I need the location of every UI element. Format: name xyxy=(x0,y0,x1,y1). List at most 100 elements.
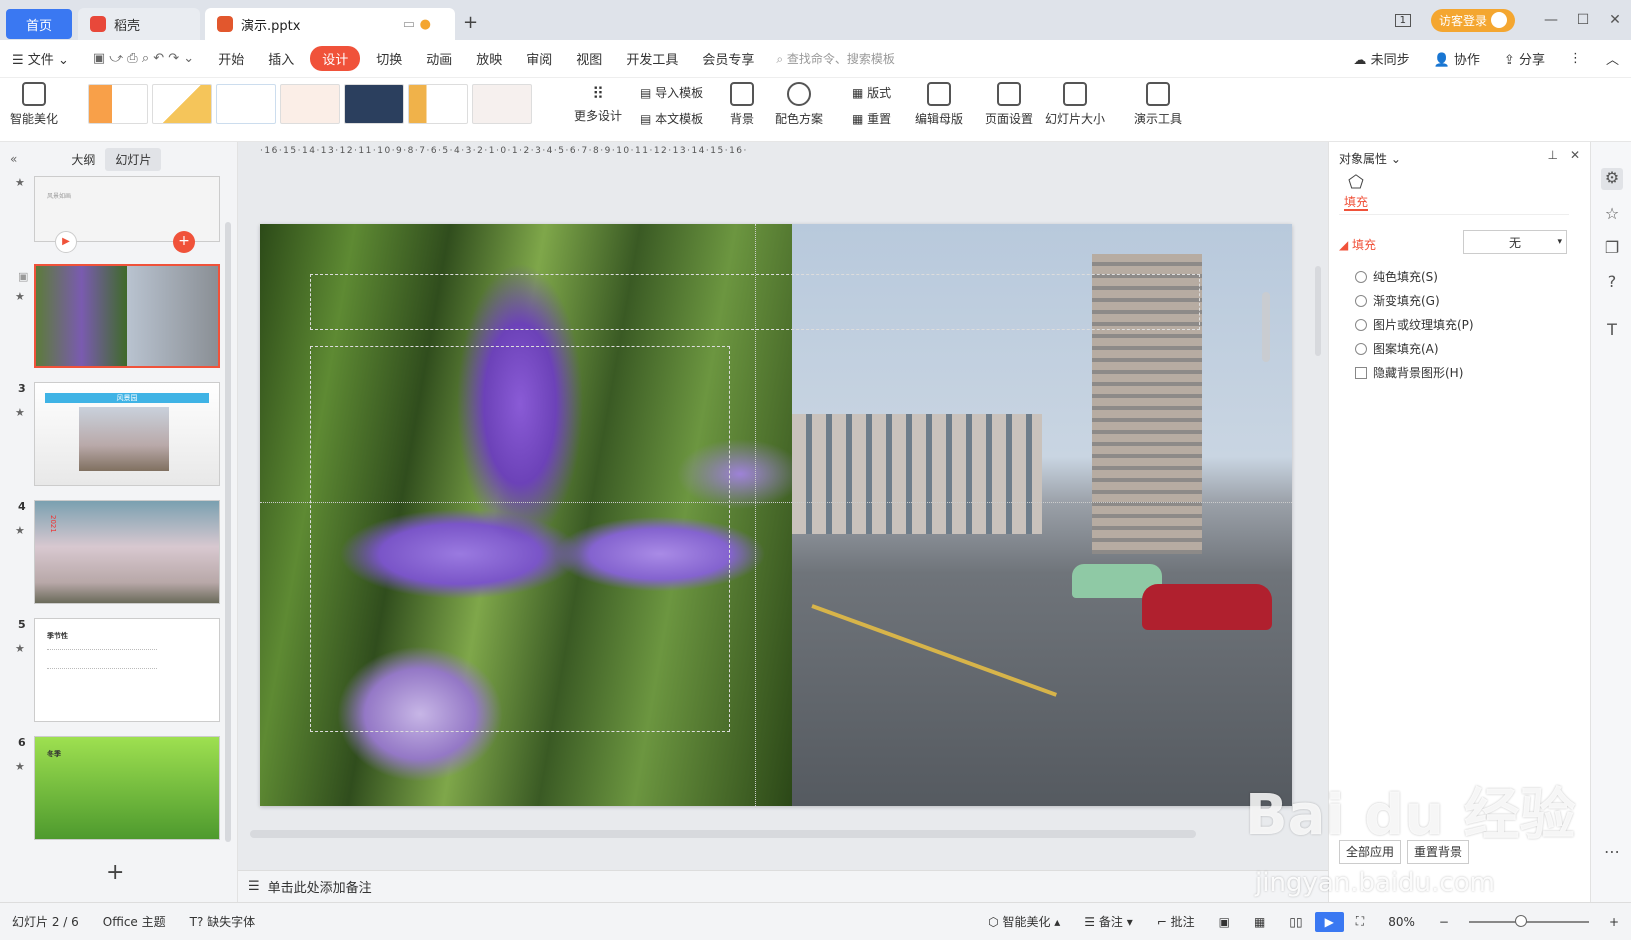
sync-status[interactable]: ☁ 未同步 xyxy=(1341,49,1421,68)
comments-toggle[interactable]: ⌐ 批注 xyxy=(1145,913,1207,930)
panel-scrollbar[interactable] xyxy=(225,222,231,842)
page-setup-button[interactable]: 页面设置 xyxy=(985,82,1033,127)
tab-home[interactable]: 首页 xyxy=(6,9,72,39)
properties-icon[interactable]: ⚙ xyxy=(1601,168,1623,190)
guest-login-button[interactable]: 访客登录 xyxy=(1430,8,1515,32)
pattern-fill-option[interactable]: 图案填充(A) xyxy=(1355,340,1439,357)
background-button[interactable]: 背景 xyxy=(730,82,754,127)
menu-slideshow[interactable]: 放映 xyxy=(464,49,514,68)
missing-font-button[interactable]: T? 缺失字体 xyxy=(178,913,268,930)
current-slide[interactable] xyxy=(260,224,1292,806)
quick-access-toolbar[interactable]: ▣ ⤻ ⎙ ⌕ ↶ ↷ ⌄ xyxy=(81,51,206,66)
close-icon[interactable]: ✕ xyxy=(1599,12,1631,28)
play-slideshow-button[interactable]: ▶ xyxy=(1314,911,1344,932)
zoom-slider[interactable] xyxy=(1468,914,1589,927)
gradient-fill-option[interactable]: 渐变填充(G) xyxy=(1355,292,1440,309)
slide-thumb-2[interactable] xyxy=(34,264,220,368)
maximize-icon[interactable]: ☐ xyxy=(1567,12,1599,28)
fill-tab[interactable]: ⬠ 填充 xyxy=(1341,172,1371,211)
notes-area[interactable]: ☰ 单击此处添加备注 xyxy=(238,870,1328,902)
add-slide-icon[interactable]: + xyxy=(173,231,195,253)
menu-start[interactable]: 开始 xyxy=(206,49,256,68)
horizontal-ruler[interactable]: ·16·15·14·13·12·11·10·9·8·7·6·5·4·3·2·1·… xyxy=(260,146,1300,158)
color-scheme-button[interactable]: 配色方案 xyxy=(775,82,823,127)
collapse-panel-icon[interactable]: « xyxy=(10,152,17,166)
hide-bg-checkbox[interactable]: 隐藏背景图形(H) xyxy=(1355,364,1463,381)
tab-outline[interactable]: 大纲 xyxy=(61,148,105,171)
menu-animation[interactable]: 动画 xyxy=(414,49,464,68)
presentation-tools-button[interactable]: 演示工具 xyxy=(1134,82,1182,127)
more-dots-icon[interactable]: ⋯ xyxy=(1601,842,1623,864)
fill-dropdown[interactable]: 无 ▾ xyxy=(1463,230,1567,254)
collapse-ribbon-icon[interactable]: ︿ xyxy=(1594,49,1631,68)
panel-title[interactable]: 对象属性 ⌄ xyxy=(1339,150,1401,167)
minimize-icon[interactable]: — xyxy=(1535,12,1567,28)
more-icon[interactable]: ⋮ xyxy=(1557,51,1594,66)
hamburger-icon[interactable]: ☰ 文件 ⌄ xyxy=(0,49,81,68)
tab-daoke[interactable]: 稻壳 xyxy=(78,8,200,40)
horizontal-scrollbar[interactable] xyxy=(250,830,1196,838)
reset-button[interactable]: ▦ 重置 xyxy=(852,110,891,127)
view-reading-icon[interactable]: ▯▯ xyxy=(1277,915,1314,929)
slide-thumb-1[interactable]: 风景如画 ▶ + xyxy=(34,176,220,253)
placeholder-box-body[interactable] xyxy=(310,346,730,732)
add-slide-button[interactable]: + xyxy=(106,860,124,885)
text-template-button[interactable]: ▤ 本文模板 xyxy=(640,110,703,127)
menu-review[interactable]: 审阅 xyxy=(514,49,564,68)
slide-thumb-3[interactable]: 风景园 xyxy=(34,382,220,486)
copy-icon[interactable]: ❐ xyxy=(1601,238,1623,260)
menu-insert[interactable]: 插入 xyxy=(256,49,306,68)
zoom-slider-handle[interactable] xyxy=(1514,914,1527,927)
edit-master-button[interactable]: 编辑母版 xyxy=(915,82,963,127)
view-sorter-icon[interactable]: ▦ xyxy=(1242,915,1277,929)
slide-thumb-6[interactable]: 冬季 xyxy=(34,736,220,840)
vertical-scrollbar[interactable] xyxy=(1262,292,1270,362)
fit-icon[interactable]: ⛶ xyxy=(1344,914,1376,929)
slide-thumb-4[interactable]: 2021 xyxy=(34,500,220,604)
close-panel-icon[interactable]: ✕ xyxy=(1570,148,1580,162)
notes-toggle[interactable]: ☰ 备注 ▾ xyxy=(1072,913,1144,930)
view-normal-icon[interactable]: ▣ xyxy=(1207,915,1242,929)
monitor-icon[interactable]: ▭ xyxy=(403,17,415,32)
slide-thumb-5[interactable]: 季节性 xyxy=(34,618,220,722)
star-outline-icon[interactable]: ☆ xyxy=(1601,204,1623,226)
menu-transition[interactable]: 切换 xyxy=(364,49,414,68)
import-template-button[interactable]: ▤ 导入模板 xyxy=(640,84,703,101)
text-icon[interactable]: T xyxy=(1601,320,1623,342)
zoom-out-icon[interactable]: − xyxy=(1427,915,1461,929)
play-icon[interactable]: ▶ xyxy=(55,231,77,253)
right-scrollbar[interactable] xyxy=(1315,266,1321,356)
template-thumb[interactable] xyxy=(344,84,404,124)
layout-button[interactable]: ▦ 版式 xyxy=(852,84,891,101)
solid-fill-option[interactable]: 纯色填充(S) xyxy=(1355,268,1438,285)
collaborate-button[interactable]: 👤 协作 xyxy=(1422,49,1492,68)
template-thumb[interactable] xyxy=(472,84,532,124)
zoom-in-icon[interactable]: + xyxy=(1597,915,1631,929)
template-thumb[interactable] xyxy=(280,84,340,124)
template-thumb[interactable] xyxy=(152,84,212,124)
menu-developer[interactable]: 开发工具 xyxy=(614,49,690,68)
new-tab-button[interactable]: + xyxy=(463,12,478,33)
status-smart-beautify[interactable]: ⬡ 智能美化 ▴ xyxy=(976,913,1072,930)
help-icon[interactable]: ? xyxy=(1601,272,1623,294)
menu-design[interactable]: 设计 xyxy=(310,46,361,71)
template-thumb[interactable] xyxy=(408,84,468,124)
share-button[interactable]: ⇪ 分享 xyxy=(1492,49,1557,68)
page-indicator[interactable]: 1 xyxy=(1394,13,1411,27)
tab-slides[interactable]: 幻灯片 xyxy=(105,147,162,171)
zoom-level[interactable]: 80% xyxy=(1376,915,1427,929)
menu-view[interactable]: 视图 xyxy=(564,49,614,68)
template-thumb[interactable] xyxy=(216,84,276,124)
pin-icon[interactable]: ⊥ xyxy=(1548,148,1558,162)
slide-size-button[interactable]: 幻灯片大小 xyxy=(1045,82,1105,127)
file-menu-label[interactable]: 文件 xyxy=(28,53,54,68)
menu-member[interactable]: 会员专享 xyxy=(690,49,766,68)
template-thumb[interactable] xyxy=(88,84,148,124)
more-design-button[interactable]: ⠿ 更多设计 xyxy=(574,84,622,124)
fill-section-header[interactable]: ◢ 填充 xyxy=(1339,236,1376,253)
search-command[interactable]: ⌕ 查找命令、搜索模板 xyxy=(776,50,895,67)
picture-fill-option[interactable]: 图片或纹理填充(P) xyxy=(1355,316,1474,333)
tab-document[interactable]: 演示.pptx ▭ ● xyxy=(205,8,455,40)
smart-beautify-button[interactable]: 智能美化 xyxy=(10,82,58,127)
theme-name[interactable]: Office 主题 xyxy=(91,913,178,930)
